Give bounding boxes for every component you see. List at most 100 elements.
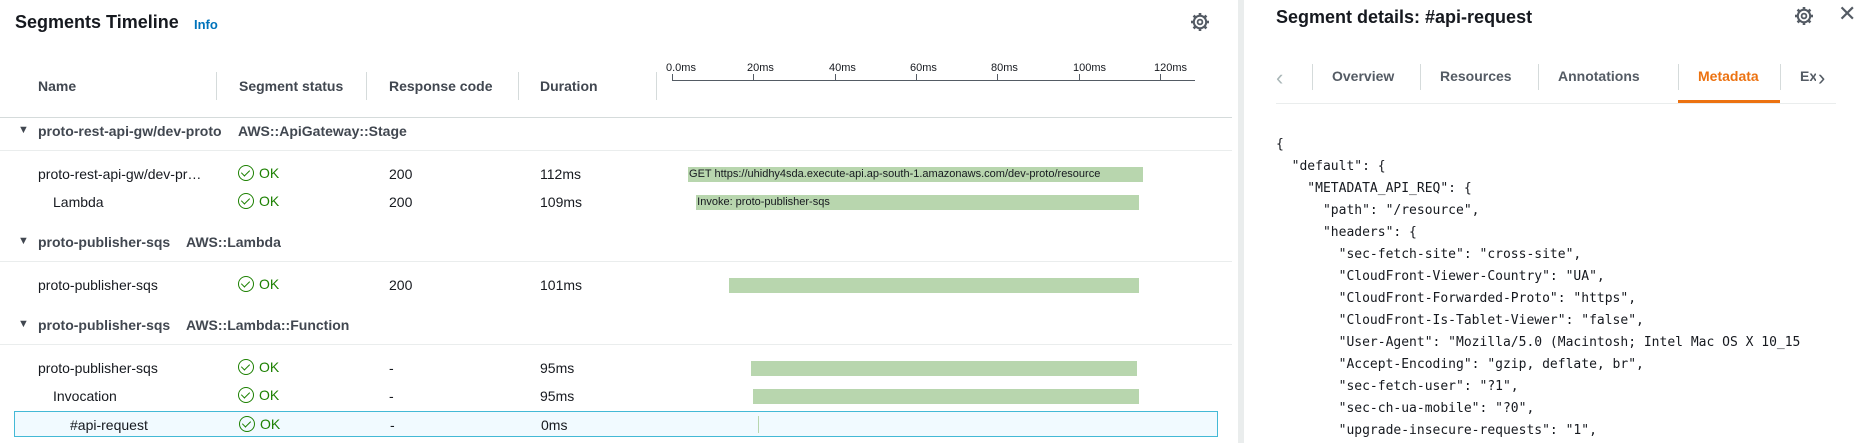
- group-header[interactable]: ▼ proto-publisher-sqs AWS::Lambda::Functio…: [0, 314, 1232, 340]
- duration-value: 101ms: [540, 277, 583, 293]
- json-line: "path": "/resource",: [1276, 203, 1480, 218]
- info-link[interactable]: Info: [194, 17, 218, 32]
- segment-name: proto-publisher-sqs: [38, 360, 158, 376]
- gear-icon[interactable]: [1794, 6, 1814, 26]
- group-header[interactable]: ▼ proto-publisher-sqs AWS::Lambda: [0, 231, 1232, 257]
- duration-value: 95ms: [540, 360, 575, 376]
- timeline-bar[interactable]: [758, 416, 760, 433]
- timeline-bar[interactable]: [728, 278, 1140, 293]
- caret-down-icon[interactable]: ▼: [18, 318, 29, 330]
- json-line: "sec-fetch-user": "?1",: [1276, 379, 1519, 394]
- group-type: AWS::Lambda::Function: [186, 317, 350, 333]
- timeline-axis-line: [672, 80, 1195, 81]
- column-divider[interactable]: [518, 72, 519, 100]
- response-code: 200: [389, 277, 413, 293]
- tab-resources[interactable]: Resources: [1440, 68, 1512, 84]
- segments-timeline-panel: Segments Timeline Info Name Segment stat…: [0, 0, 1240, 443]
- panel-title: Segments Timeline: [15, 12, 179, 32]
- duration-value: 0ms: [541, 417, 568, 433]
- segment-row[interactable]: Invocation OK - 95ms: [14, 383, 1218, 409]
- axis-tick: [997, 74, 998, 81]
- group-type: AWS::Lambda: [186, 234, 281, 250]
- axis-tick-label: 40ms: [829, 62, 856, 74]
- timeline-bar-label: GET https://uhidhy4sda.execute-api.ap-so…: [689, 168, 1101, 180]
- segment-row[interactable]: proto-publisher-sqs OK 200 101ms: [14, 272, 1218, 298]
- response-code: -: [389, 360, 394, 376]
- column-header-response-code[interactable]: Response code: [389, 78, 492, 94]
- tab-annotations[interactable]: Annotations: [1558, 68, 1640, 84]
- column-header-duration[interactable]: Duration: [540, 78, 598, 94]
- segment-status: OK: [238, 387, 279, 403]
- status-text: OK: [259, 165, 280, 181]
- segment-row[interactable]: #send-to-sqsOK-61ms: [14, 439, 1218, 443]
- check-circle-icon: [238, 276, 254, 292]
- segment-row-selected[interactable]: #api-request OK - 0ms: [14, 411, 1218, 437]
- axis-tick: [672, 74, 673, 81]
- group-divider: [0, 261, 1232, 262]
- segment-name: Invocation: [53, 388, 117, 404]
- gear-icon[interactable]: [1190, 12, 1210, 32]
- metadata-json-viewer: { "default": { "METADATA_API_REQ": { "pa…: [1276, 134, 1860, 443]
- tab-divider: [1312, 64, 1313, 90]
- group-name: proto-rest-api-gw/dev-proto: [38, 123, 222, 139]
- check-circle-icon: [238, 193, 254, 209]
- segment-row[interactable]: proto-rest-api-gw/dev-pr… OK 200 112ms GET h…: [14, 161, 1218, 187]
- json-line: "sec-ch-ua-mobile": "?0",: [1276, 401, 1535, 416]
- column-divider[interactable]: [216, 72, 217, 100]
- tabs-divider: [1276, 103, 1836, 104]
- tab-divider: [1678, 64, 1679, 90]
- json-line: {: [1276, 137, 1284, 152]
- tab-divider: [1780, 64, 1781, 90]
- axis-tick: [1160, 74, 1161, 81]
- axis-tick-label: 120ms: [1154, 62, 1188, 74]
- caret-down-icon[interactable]: ▼: [18, 124, 29, 136]
- tab-overview[interactable]: Overview: [1332, 68, 1394, 84]
- details-title: Segment details: #api-request: [1276, 7, 1533, 27]
- json-line: "CloudFront-Forwarded-Proto": "https",: [1276, 291, 1637, 306]
- caret-down-icon[interactable]: ▼: [18, 235, 29, 247]
- segment-status: OK: [239, 416, 280, 432]
- timeline-bar[interactable]: [753, 389, 1140, 404]
- status-text: OK: [259, 193, 280, 209]
- segment-status: OK: [238, 359, 279, 375]
- json-line: "headers": {: [1276, 225, 1417, 240]
- segment-row[interactable]: proto-publisher-sqs OK - 95ms: [14, 355, 1218, 381]
- axis-tick: [1079, 74, 1080, 81]
- status-text: OK: [260, 416, 281, 432]
- segment-status: OK: [238, 276, 279, 292]
- response-code: 200: [389, 166, 413, 182]
- group-divider: [0, 150, 1232, 151]
- chevron-right-icon[interactable]: ›: [1818, 66, 1825, 90]
- segment-name: Lambda: [53, 194, 104, 210]
- group-type: AWS::ApiGateway::Stage: [238, 123, 407, 139]
- tab-exceptions[interactable]: Exce: [1800, 68, 1816, 84]
- tab-divider: [1538, 64, 1539, 90]
- column-divider[interactable]: [366, 72, 367, 100]
- segment-name: #api-request: [70, 417, 148, 433]
- response-code: 200: [389, 194, 413, 210]
- close-icon[interactable]: ✕: [1838, 3, 1856, 25]
- timeline-axis: 0.0ms 20ms 40ms 60ms 80ms 100ms 120ms: [666, 62, 1195, 84]
- header-divider: [0, 117, 1232, 118]
- column-divider[interactable]: [656, 72, 657, 100]
- segment-name: proto-rest-api-gw/dev-pr…: [38, 166, 202, 182]
- segment-status: OK: [238, 193, 279, 209]
- group-header[interactable]: ▼ proto-rest-api-gw/dev-proto AWS::ApiGate…: [0, 120, 1232, 146]
- json-line: "upgrade-insecure-requests": "1",: [1276, 423, 1597, 438]
- panel-splitter[interactable]: [1238, 0, 1244, 443]
- duration-value: 112ms: [540, 166, 581, 182]
- group-name: proto-publisher-sqs: [38, 317, 171, 333]
- segment-row[interactable]: Lambda OK 200 109ms Invoke: proto-publisher-…: [14, 189, 1218, 215]
- chevron-left-icon[interactable]: ‹: [1276, 66, 1283, 90]
- column-header-name[interactable]: Name: [38, 78, 76, 94]
- tab-divider: [1420, 64, 1421, 90]
- column-header-status[interactable]: Segment status: [239, 78, 343, 94]
- duration-value: 109ms: [540, 194, 583, 210]
- axis-tick: [753, 74, 754, 81]
- segment-name: proto-publisher-sqs: [38, 277, 158, 293]
- axis-tick-label: 0.0ms: [666, 62, 696, 74]
- timeline-bar[interactable]: [751, 361, 1138, 376]
- tab-metadata[interactable]: Metadata: [1698, 68, 1759, 84]
- status-text: OK: [259, 359, 280, 375]
- group-name: proto-publisher-sqs: [38, 234, 171, 250]
